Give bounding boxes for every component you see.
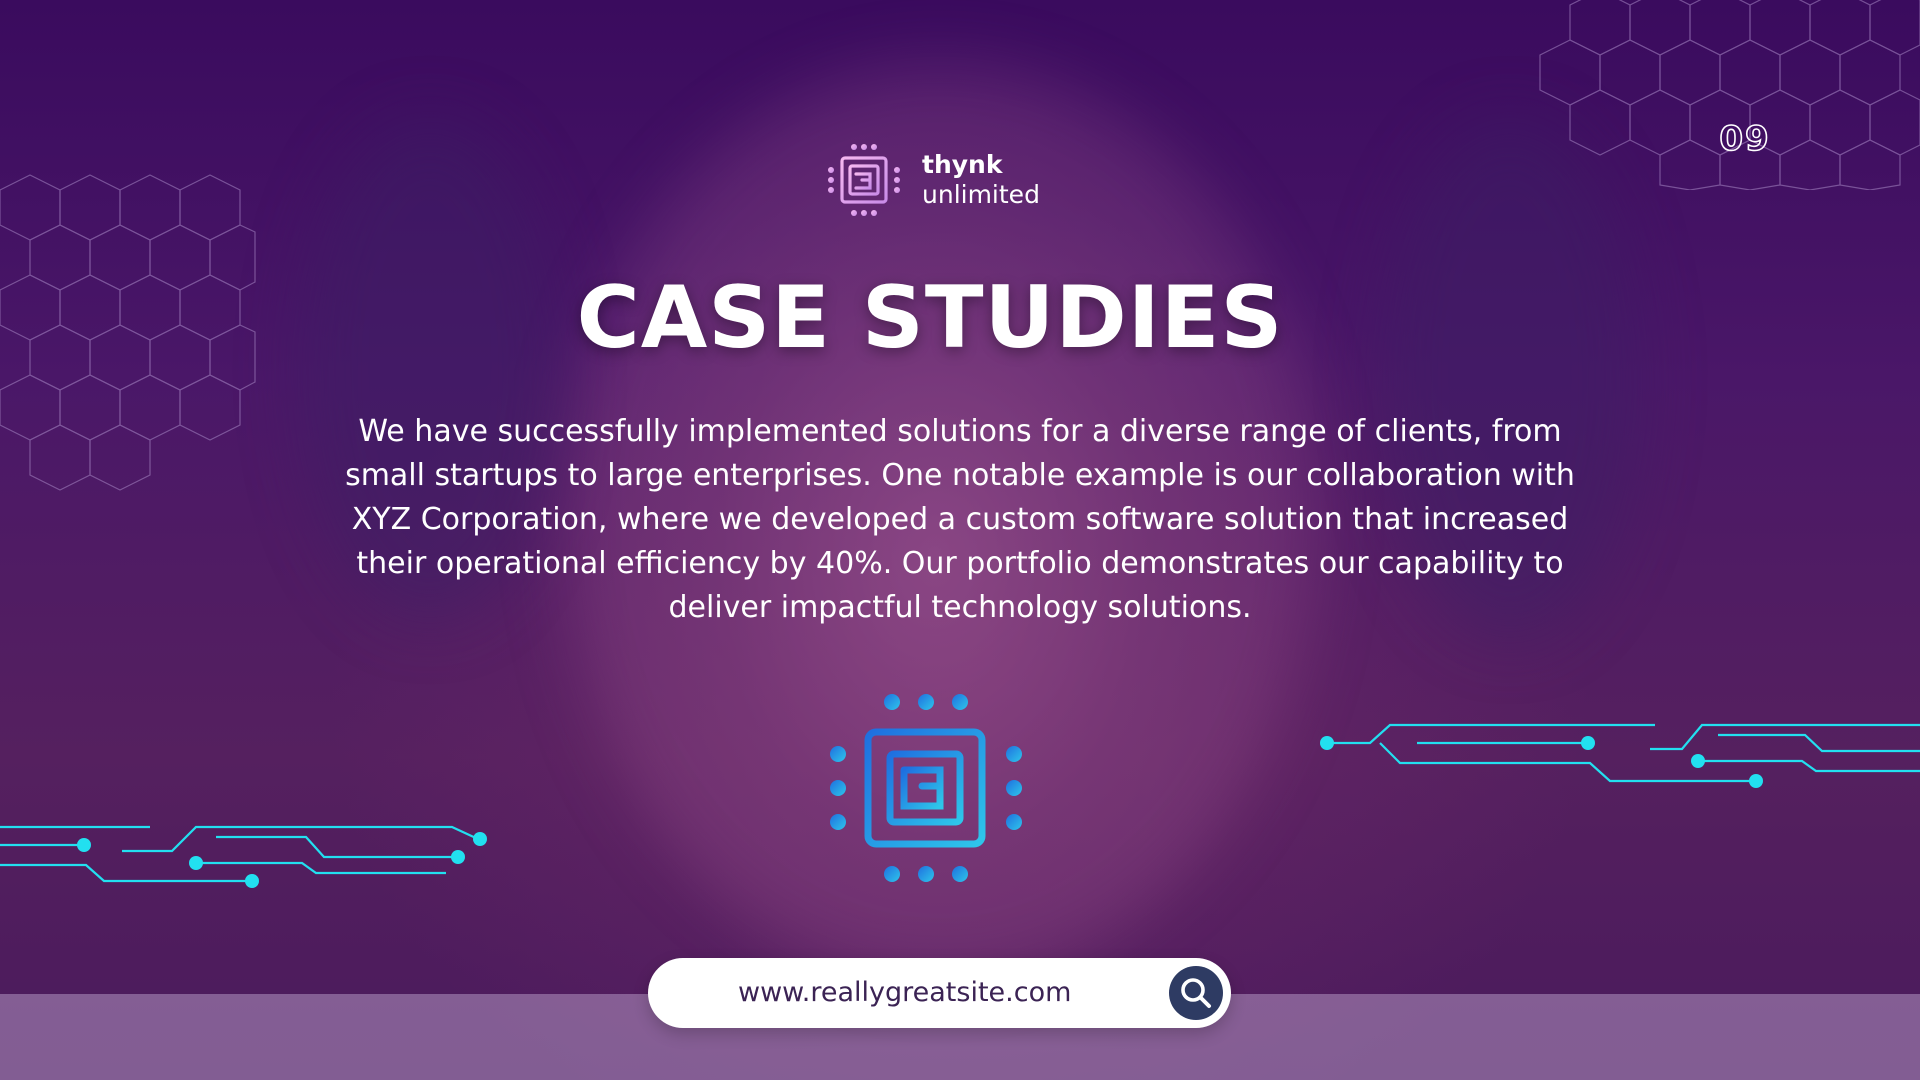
brand-logo: thynk unlimited [826,142,1040,218]
page-number: 09 [1719,122,1770,156]
hex-pattern-right-icon [1539,0,1920,190]
search-icon [1181,978,1211,1008]
search-button[interactable] [1169,966,1223,1020]
slide: thynk unlimited 09 CASE STUDIES We have … [0,0,1920,1080]
website-search-bar[interactable]: www.reallygreatsite.com [648,958,1231,1028]
circuit-lines-left-icon [0,825,487,888]
circuit-lines-right-icon [1320,723,1920,788]
body-paragraph: We have successfully implemented solutio… [345,414,1575,625]
brand-tagline: unlimited [922,180,1040,209]
page-number-text: 09 [1719,122,1770,156]
brand-name: thynk [922,150,1003,179]
website-url[interactable]: www.reallygreatsite.com [738,958,1071,1028]
page-title: CASE STUDIES [576,268,1284,368]
brand-text: thynk unlimited [922,150,1040,210]
chip-icon [828,144,900,216]
chip-icon [830,694,1022,882]
